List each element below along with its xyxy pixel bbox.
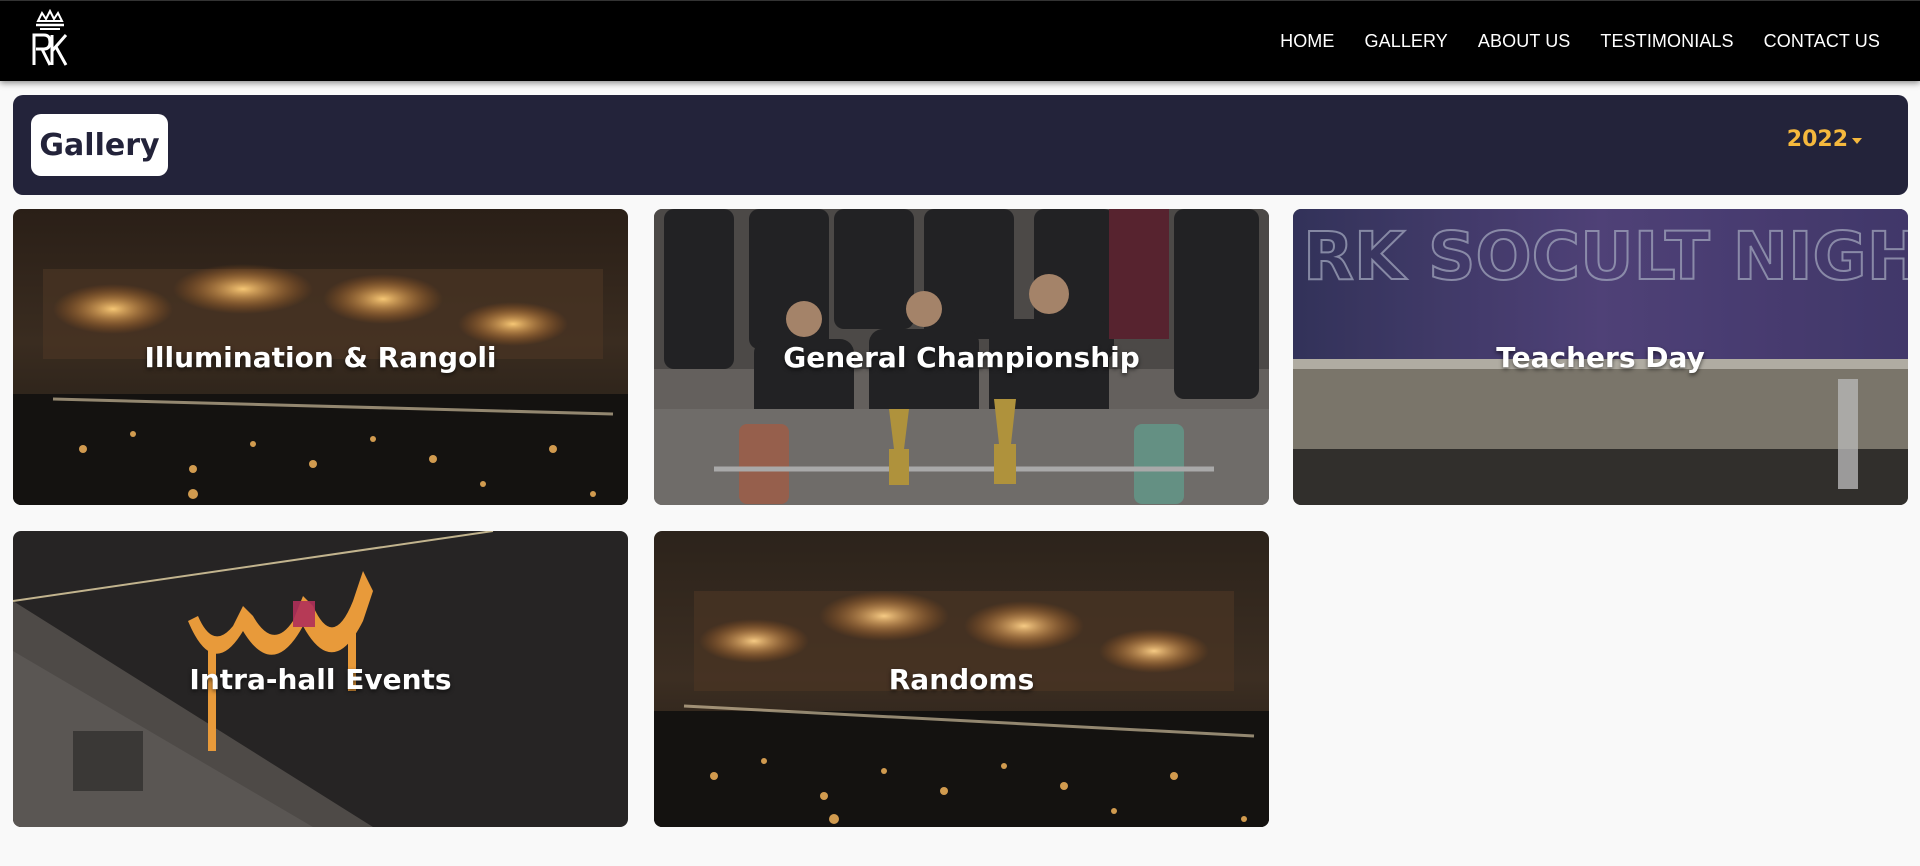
gallery-card-illumination[interactable]: Illumination & Rangoli [13,209,628,505]
nav-links: HOME GALLERY ABOUT US TESTIMONIALS CONTA… [1280,1,1880,82]
page-title: Gallery [39,127,160,163]
card-label-randoms: Randoms [888,662,1035,696]
nav-home-link[interactable]: HOME [1280,31,1334,52]
gallery-card-teachers-day[interactable]: RK SOCULT NIGHT Teachers Day [1293,209,1908,505]
nav-about-link[interactable]: ABOUT US [1478,31,1571,52]
card-label-championship: General Championship [783,340,1140,374]
year-dropdown[interactable]: 2022 [1787,127,1862,152]
nav-testimonials-link[interactable]: TESTIMONIALS [1600,31,1733,52]
gallery-card-randoms[interactable]: Randoms [654,531,1269,827]
nav-gallery-link[interactable]: GALLERY [1365,31,1448,52]
caret-down-icon[interactable] [1852,138,1862,144]
card-label-illumination: Illumination & Rangoli [144,340,497,374]
gallery-header: Gallery 2022 [13,95,1908,195]
card-label-intra-hall: Intra-hall Events [189,662,452,696]
gallery-card-championship[interactable]: General Championship [654,209,1269,505]
card-label-teachers-day: Teachers Day [1496,340,1705,374]
gallery-title-box: Gallery [31,114,168,176]
nav-contact-link[interactable]: CONTACT US [1764,31,1880,52]
gallery-card-intra-hall[interactable]: Intra-hall Events [13,531,628,827]
year-selected-value[interactable]: 2022 [1787,127,1848,152]
rk-logo-icon[interactable] [28,8,72,69]
navbar: HOME GALLERY ABOUT US TESTIMONIALS CONTA… [0,0,1920,81]
